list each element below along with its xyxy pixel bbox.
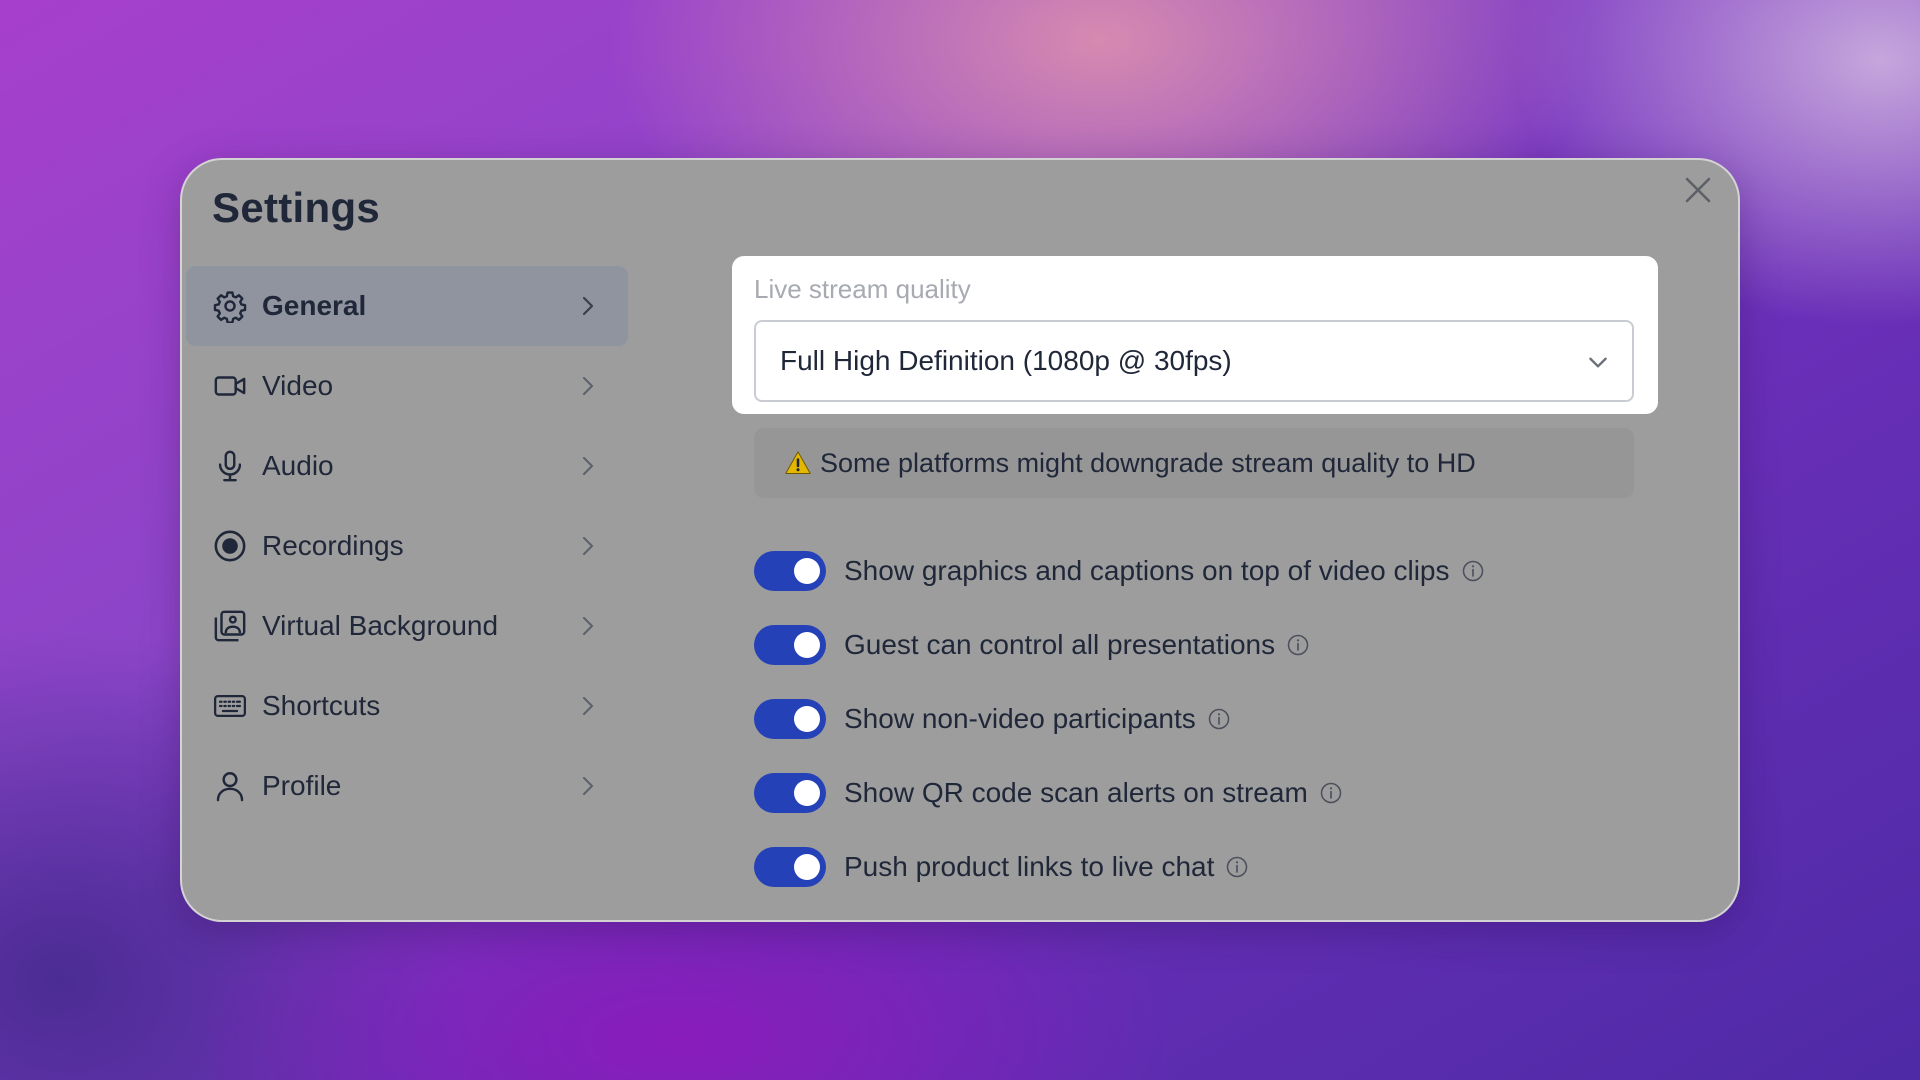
stream-quality-card: Live stream quality Full High Definition… (732, 256, 1658, 414)
quality-warning-banner: Some platforms might downgrade stream qu… (754, 428, 1634, 498)
warning-text: Some platforms might downgrade stream qu… (820, 447, 1476, 478)
sidebar-item-label: Audio (262, 450, 334, 481)
sidebar-item-label: Video (262, 370, 334, 401)
close-button[interactable] (1678, 170, 1718, 210)
sidebar-item-shortcuts[interactable]: Shortcuts (186, 666, 628, 746)
dialog-title: Settings (212, 184, 381, 231)
chevron-right-icon (574, 772, 602, 800)
stream-quality-select[interactable]: Full High Definition (1080p @ 30fps) (754, 320, 1634, 402)
chevron-right-icon (574, 692, 602, 720)
toggle-knob (794, 780, 820, 806)
sidebar-item-label: Profile (262, 770, 342, 801)
toggle-label: Show QR code scan alerts on stream (844, 777, 1308, 808)
sidebar-item-audio[interactable]: Audio (186, 426, 628, 506)
sidebar-item-label: Recordings (262, 530, 404, 561)
warning-icon (784, 448, 814, 478)
info-icon[interactable] (1318, 780, 1344, 806)
stream-quality-value: Full High Definition (1080p @ 30fps) (780, 345, 1232, 376)
record-icon (212, 528, 248, 564)
sidebar-item-profile[interactable]: Profile (186, 746, 628, 826)
graphics-captions-toggle[interactable] (754, 551, 826, 591)
toggle-row: Show QR code scan alerts on stream (754, 756, 1654, 830)
toggle-list: Show graphics and captions on top of vid… (754, 534, 1654, 904)
stream-quality-label: Live stream quality (754, 274, 971, 304)
info-icon[interactable] (1224, 854, 1250, 880)
toggle-label: Guest can control all presentations (844, 629, 1276, 660)
chevron-right-icon (574, 612, 602, 640)
toggle-row: Guest can control all presentations (754, 608, 1654, 682)
guest-control-presentations-toggle[interactable] (754, 625, 826, 665)
toggle-row: Show non-video participants (754, 682, 1654, 756)
keyboard-icon (212, 688, 248, 724)
user-icon (212, 768, 248, 804)
sidebar-item-virtual-background[interactable]: Virtual Background (186, 586, 628, 666)
sidebar-item-label: Shortcuts (262, 690, 381, 721)
qr-code-alerts-toggle[interactable] (754, 773, 826, 813)
image-icon (212, 608, 248, 644)
gear-icon (212, 288, 248, 324)
sidebar-item-label: General (262, 290, 367, 321)
toggle-knob (794, 706, 820, 732)
info-icon[interactable] (1206, 706, 1232, 732)
toggle-label: Show non-video participants (844, 703, 1196, 734)
chevron-right-icon (574, 292, 602, 320)
settings-sidebar: General Video Audio Recordings Virtual B… (186, 266, 628, 826)
close-icon (1685, 177, 1711, 203)
toggle-label: Push product links to live chat (844, 851, 1215, 882)
toggle-row: Show graphics and captions on top of vid… (754, 534, 1654, 608)
product-links-chat-toggle[interactable] (754, 847, 826, 887)
toggle-knob (794, 558, 820, 584)
info-icon[interactable] (1460, 558, 1486, 584)
sidebar-item-label: Virtual Background (262, 610, 499, 641)
chevron-right-icon (574, 372, 602, 400)
chevron-right-icon (574, 532, 602, 560)
toggle-knob (794, 854, 820, 880)
toggle-row: Push product links to live chat (754, 830, 1654, 904)
sidebar-item-video[interactable]: Video (186, 346, 628, 426)
toggle-knob (794, 632, 820, 658)
microphone-icon (212, 448, 248, 484)
toggle-label: Show graphics and captions on top of vid… (844, 555, 1450, 586)
non-video-participants-toggle[interactable] (754, 699, 826, 739)
chevron-right-icon (574, 452, 602, 480)
info-icon[interactable] (1285, 632, 1311, 658)
video-camera-icon (212, 368, 248, 404)
sidebar-item-recordings[interactable]: Recordings (186, 506, 628, 586)
sidebar-item-general[interactable]: General (186, 266, 628, 346)
chevron-down-icon (1582, 346, 1614, 378)
settings-dialog: Settings General Video Audio Recordings … (180, 158, 1740, 922)
